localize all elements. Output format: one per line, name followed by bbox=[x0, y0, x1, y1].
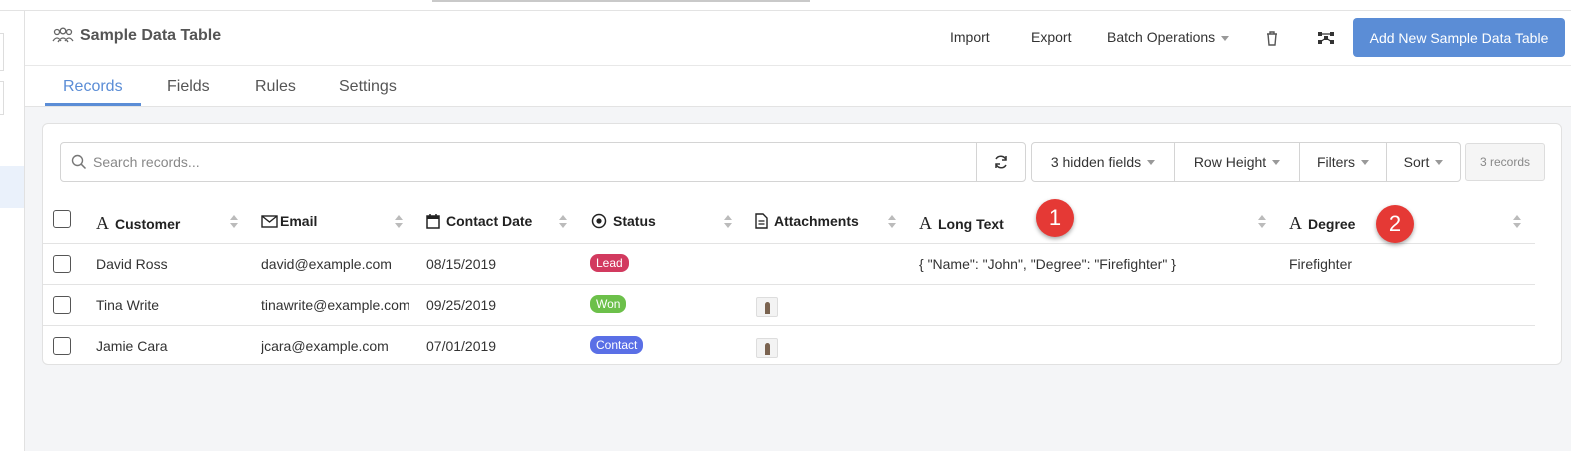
column-label: Attachments bbox=[774, 213, 859, 229]
page-title-text: Sample Data Table bbox=[80, 27, 222, 44]
chevron-down-icon bbox=[1147, 159, 1156, 165]
envelope-icon bbox=[261, 214, 278, 228]
sort-icon[interactable] bbox=[1513, 215, 1521, 229]
column-label: Long Text bbox=[938, 215, 1004, 232]
sort-icon[interactable] bbox=[724, 215, 732, 229]
tab-settings[interactable]: Settings bbox=[339, 78, 397, 96]
top-strip bbox=[0, 0, 1571, 11]
chevron-down-icon bbox=[1221, 35, 1230, 41]
record-count-badge: 3 records bbox=[1465, 143, 1545, 181]
batch-operations-button[interactable]: Batch Operations bbox=[1107, 29, 1230, 45]
chevron-down-icon bbox=[1272, 159, 1281, 165]
text-type-icon: A bbox=[919, 213, 932, 233]
sort-button[interactable]: Sort bbox=[1386, 142, 1461, 182]
network-icon[interactable] bbox=[1317, 29, 1335, 47]
text-type-icon: A bbox=[1289, 213, 1302, 233]
column-header-status[interactable]: Status bbox=[591, 213, 656, 229]
active-tab-indicator bbox=[45, 103, 141, 106]
calendar-icon bbox=[426, 214, 440, 229]
column-header-long-text[interactable]: A Long Text bbox=[919, 213, 1004, 234]
attachment-thumbnail[interactable] bbox=[756, 297, 778, 317]
filters-label: Filters bbox=[1316, 154, 1356, 170]
tab-rules[interactable]: Rules bbox=[255, 78, 296, 96]
trash-icon[interactable] bbox=[1263, 29, 1281, 47]
users-icon bbox=[52, 27, 74, 43]
annotation-marker-1: 1 bbox=[1036, 199, 1074, 237]
sort-icon[interactable] bbox=[1258, 215, 1266, 229]
row-checkbox[interactable] bbox=[53, 255, 71, 273]
records-card: 3 hidden fields Row Height Filters Sort … bbox=[42, 123, 1562, 365]
search-input[interactable] bbox=[93, 154, 953, 170]
refresh-icon bbox=[995, 155, 1007, 169]
status-badge: Contact bbox=[590, 336, 644, 354]
add-new-table-button[interactable]: Add New Sample Data Table bbox=[1353, 18, 1565, 57]
scroll-indicator[interactable] bbox=[432, 0, 810, 2]
column-label: Customer bbox=[115, 215, 181, 232]
import-button[interactable]: Import bbox=[950, 29, 990, 45]
rail-button[interactable] bbox=[0, 81, 4, 115]
column-header-contact-date[interactable]: Contact Date bbox=[426, 213, 532, 229]
rail-button[interactable] bbox=[0, 33, 4, 71]
column-header-degree[interactable]: A Degree bbox=[1289, 213, 1355, 234]
page-title: Sample Data Table bbox=[52, 27, 221, 45]
sort-label: Sort bbox=[1403, 154, 1430, 170]
filters-button[interactable]: Filters bbox=[1299, 142, 1387, 182]
status-badge: Lead bbox=[590, 254, 629, 272]
table-header: A Customer Email Contact Date Status Att… bbox=[43, 200, 1535, 244]
hidden-fields-button[interactable]: 3 hidden fields bbox=[1031, 142, 1175, 182]
table-row[interactable]: David Ross david@example.com 08/15/2019 … bbox=[43, 244, 1535, 285]
batch-operations-label: Batch Operations bbox=[1107, 29, 1216, 45]
customer-cell[interactable]: Jamie Cara bbox=[96, 338, 168, 354]
column-label: Degree bbox=[1308, 215, 1356, 232]
row-checkbox[interactable] bbox=[53, 296, 71, 314]
column-header-customer[interactable]: A Customer bbox=[96, 213, 180, 234]
tab-records[interactable]: Records bbox=[63, 78, 123, 96]
degree-cell[interactable]: Firefighter bbox=[1289, 256, 1352, 272]
rail-selected-item[interactable] bbox=[0, 166, 24, 208]
column-label: Status bbox=[613, 213, 656, 229]
column-header-email[interactable]: Email bbox=[261, 213, 317, 229]
document-icon bbox=[755, 213, 768, 229]
contact-date-cell[interactable]: 09/25/2019 bbox=[426, 297, 496, 313]
table-row[interactable]: Jamie Cara jcara@example.com 07/01/2019 … bbox=[43, 326, 1535, 367]
sort-icon[interactable] bbox=[230, 215, 238, 229]
radio-icon bbox=[591, 213, 607, 229]
contact-date-cell[interactable]: 08/15/2019 bbox=[426, 256, 496, 272]
email-cell[interactable]: david@example.com bbox=[261, 256, 409, 272]
annotation-marker-2: 2 bbox=[1376, 205, 1414, 243]
export-button[interactable]: Export bbox=[1031, 29, 1071, 45]
table-row[interactable]: Tina Write tinawrite@example.com 09/25/2… bbox=[43, 285, 1535, 326]
sort-icon[interactable] bbox=[395, 215, 403, 229]
sort-icon[interactable] bbox=[559, 215, 567, 229]
row-height-button[interactable]: Row Height bbox=[1174, 142, 1300, 182]
email-cell[interactable]: tinawrite@example.com bbox=[261, 297, 409, 313]
column-header-attachments[interactable]: Attachments bbox=[755, 213, 859, 229]
status-badge: Won bbox=[590, 295, 627, 313]
left-rail bbox=[0, 11, 25, 451]
attachment-thumbnail[interactable] bbox=[756, 338, 778, 358]
contact-date-cell[interactable]: 07/01/2019 bbox=[426, 338, 496, 354]
column-label: Email bbox=[280, 213, 318, 229]
select-all-checkbox[interactable] bbox=[53, 210, 71, 228]
email-cell[interactable]: jcara@example.com bbox=[261, 338, 409, 354]
sort-icon[interactable] bbox=[888, 215, 896, 229]
row-checkbox[interactable] bbox=[53, 337, 71, 355]
refresh-button[interactable] bbox=[976, 142, 1026, 182]
hidden-fields-label: 3 hidden fields bbox=[1050, 154, 1142, 170]
text-type-icon: A bbox=[96, 213, 109, 233]
long-text-cell[interactable]: { "Name": "John", "Degree": "Firefighter… bbox=[919, 256, 1176, 272]
customer-cell[interactable]: David Ross bbox=[96, 256, 168, 272]
row-height-label: Row Height bbox=[1193, 154, 1267, 170]
column-label: Contact Date bbox=[446, 213, 533, 229]
page-header: Sample Data Table Import Export Batch Op… bbox=[25, 11, 1571, 66]
search-box bbox=[60, 142, 977, 182]
tab-bar: Records Fields Rules Settings bbox=[25, 66, 1571, 107]
chevron-down-icon bbox=[1435, 159, 1444, 165]
customer-cell[interactable]: Tina Write bbox=[96, 297, 159, 313]
search-icon bbox=[71, 154, 87, 170]
chevron-down-icon bbox=[1361, 159, 1370, 165]
tab-fields[interactable]: Fields bbox=[167, 78, 210, 96]
